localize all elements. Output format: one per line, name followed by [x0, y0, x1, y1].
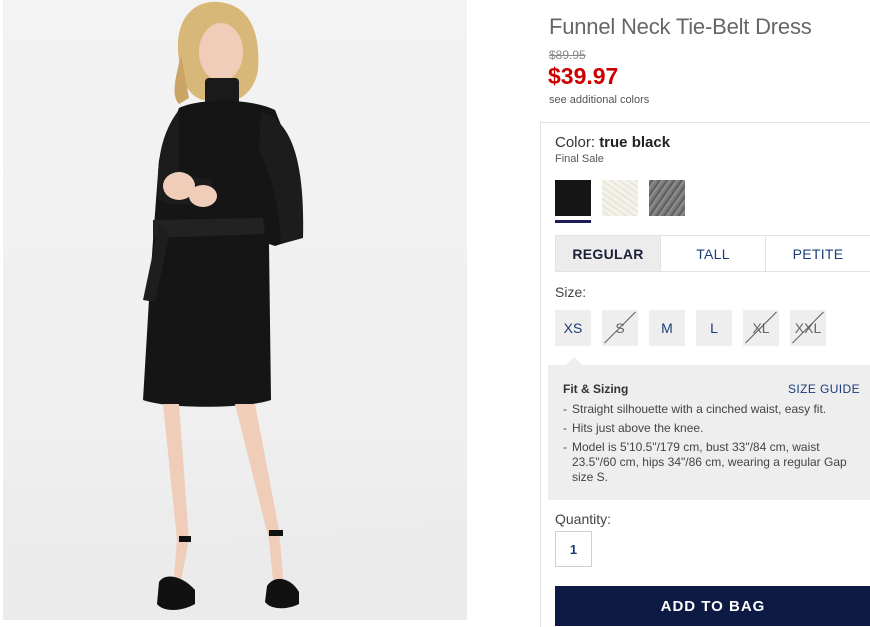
- quantity-input[interactable]: 1: [555, 531, 592, 567]
- unavailable-slash-icon: [604, 311, 636, 344]
- fit-sizing-box: Fit & Sizing SIZE GUIDE Straight silhoue…: [548, 357, 870, 500]
- list-item: Model is 5'10.5"/179 cm, bust 33"/84 cm,…: [563, 440, 863, 485]
- swatch-ivory[interactable]: [602, 180, 638, 216]
- sale-price: $39.97: [548, 63, 619, 89]
- size-button-m[interactable]: M: [649, 310, 685, 346]
- size-button-xs[interactable]: XS: [555, 310, 591, 346]
- product-title: Funnel Neck Tie-Belt Dress: [549, 14, 812, 39]
- fit-tabs: REGULAR TALL PETITE: [555, 235, 870, 272]
- size-button-xxl[interactable]: XXL: [790, 310, 826, 346]
- list-item: Straight silhouette with a cinched waist…: [563, 402, 863, 417]
- tab-tall[interactable]: TALL: [661, 236, 766, 271]
- quantity-label: Quantity:: [555, 511, 612, 527]
- size-button-xl[interactable]: XL: [743, 310, 779, 346]
- color-selection-label: Color: true black: [555, 134, 670, 151]
- see-additional-colors-link[interactable]: see additional colors: [549, 94, 649, 106]
- size-label-l: L: [710, 320, 718, 336]
- tab-regular[interactable]: REGULAR: [556, 236, 661, 271]
- final-sale-note: Final Sale: [555, 153, 604, 165]
- product-image[interactable]: [3, 0, 467, 620]
- list-item: Hits just above the knee.: [563, 421, 863, 436]
- selected-swatch-indicator: [555, 220, 591, 223]
- size-button-l[interactable]: L: [696, 310, 732, 346]
- size-guide-link[interactable]: SIZE GUIDE: [788, 382, 860, 396]
- size-label: Size:: [555, 284, 587, 300]
- fit-sizing-heading: Fit & Sizing: [563, 382, 629, 396]
- unavailable-slash-icon: [745, 311, 777, 344]
- selected-color-name: true black: [599, 134, 671, 151]
- size-label-m: M: [661, 320, 673, 336]
- size-button-s[interactable]: S: [602, 310, 638, 346]
- swatch-true-black[interactable]: [555, 180, 591, 216]
- fit-details-list: Straight silhouette with a cinched waist…: [563, 402, 863, 489]
- tab-petite[interactable]: PETITE: [766, 236, 870, 271]
- size-label-xs: XS: [563, 320, 583, 336]
- color-label: Color:: [555, 134, 596, 151]
- model-illustration: [3, 1, 467, 620]
- swatch-heather-gray[interactable]: [649, 180, 685, 216]
- original-price: $89.95: [549, 48, 586, 62]
- add-to-bag-button[interactable]: ADD TO BAG: [555, 586, 870, 626]
